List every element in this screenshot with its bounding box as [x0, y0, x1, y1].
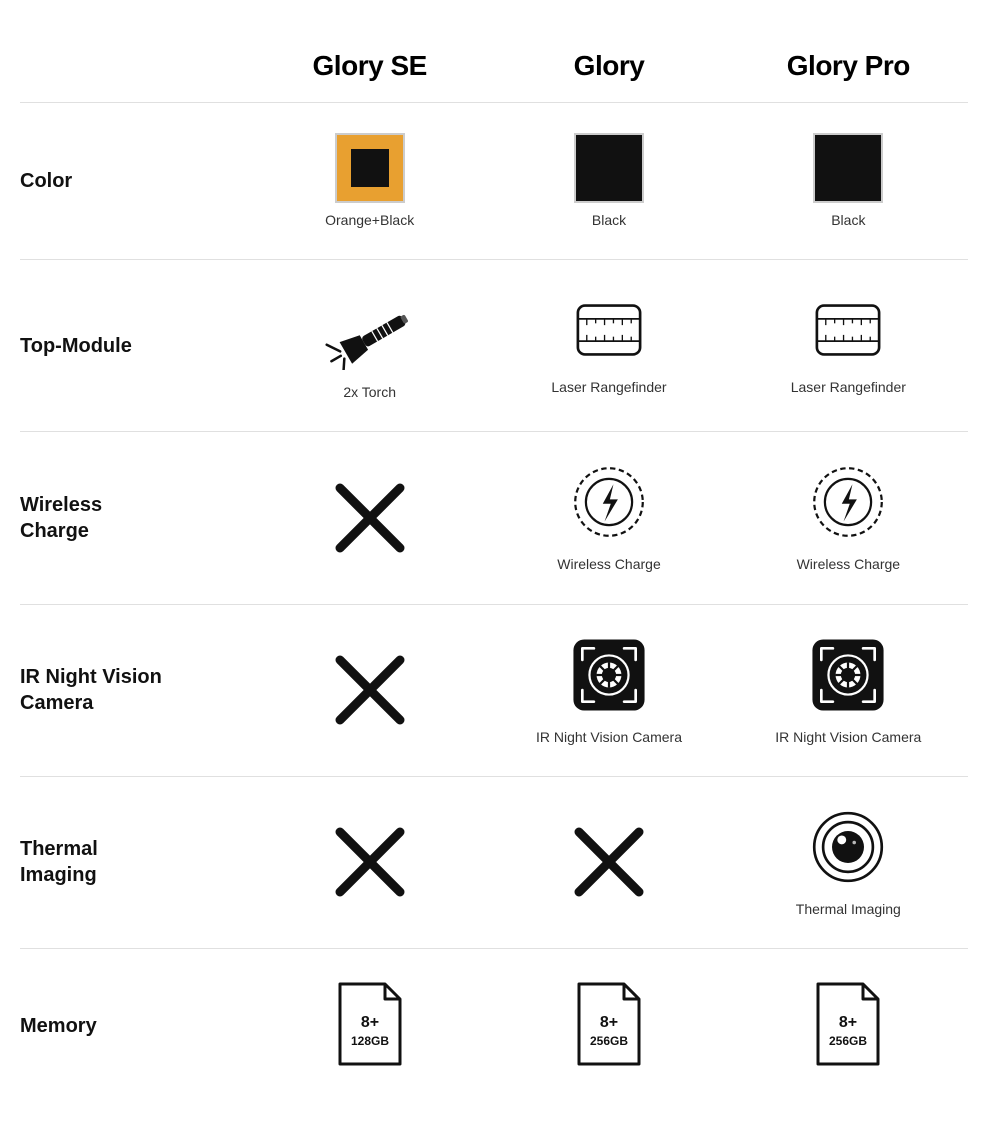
- caption-ir-pro: IR Night Vision Camera: [775, 728, 921, 746]
- cell-ir-glory: IR Night Vision Camera: [489, 625, 728, 756]
- header-glory: Glory: [489, 30, 728, 92]
- cell-wireless-se: [250, 468, 489, 568]
- cell-color-glory: Black: [489, 123, 728, 239]
- row-color: Color Orange+Black Black Black: [20, 102, 968, 259]
- svg-text:8+: 8+: [600, 1014, 618, 1031]
- row-ir-camera: IR Night VisionCamera: [20, 604, 968, 776]
- cell-memory-pro: 8+ 256GB: [729, 969, 968, 1084]
- svg-text:8+: 8+: [839, 1014, 857, 1031]
- svg-text:8+: 8+: [361, 1014, 379, 1031]
- label-ir-camera: IR Night VisionCamera: [20, 664, 250, 716]
- cell-thermal-glory: [489, 812, 728, 912]
- svg-text:256GB: 256GB: [829, 1034, 867, 1048]
- cell-ir-se: [250, 640, 489, 740]
- caption-color-glory: Black: [592, 211, 626, 229]
- cell-color-pro: Black: [729, 123, 968, 239]
- caption-color-pro: Black: [831, 211, 865, 229]
- ir-camera-icon-pro: [808, 635, 888, 720]
- cell-module-glory: Laser Rangefinder: [489, 285, 728, 406]
- caption-wireless-glory: Wireless Charge: [557, 555, 660, 573]
- label-memory: Memory: [20, 1013, 250, 1039]
- caption-module-glory: Laser Rangefinder: [551, 378, 666, 396]
- wireless-icon-glory: [569, 462, 649, 547]
- caption-thermal-pro: Thermal Imaging: [796, 900, 901, 918]
- header-row: Glory SE Glory Glory Pro: [20, 30, 968, 92]
- row-top-module: Top-Module: [20, 259, 968, 431]
- svg-text:256GB: 256GB: [590, 1034, 628, 1048]
- ir-camera-icon-glory: [569, 635, 649, 720]
- cell-thermal-pro: Thermal Imaging: [729, 797, 968, 928]
- label-top-module: Top-Module: [20, 333, 250, 359]
- cell-wireless-glory: Wireless Charge: [489, 452, 728, 583]
- header-empty: [20, 30, 250, 92]
- torch-icon: [320, 290, 420, 375]
- label-thermal: ThermalImaging: [20, 836, 250, 888]
- memory-icon-se: 8+ 128GB: [330, 979, 410, 1074]
- caption-module-se: 2x Torch: [343, 383, 396, 401]
- row-thermal: ThermalImaging: [20, 776, 968, 948]
- comparison-table: Glory SE Glory Glory Pro Color Orange+Bl…: [0, 0, 988, 1134]
- cell-thermal-se: [250, 812, 489, 912]
- swatch-orange-black: [335, 133, 405, 203]
- caption-ir-glory: IR Night Vision Camera: [536, 728, 682, 746]
- label-wireless: WirelessCharge: [20, 492, 250, 544]
- caption-color-se: Orange+Black: [325, 211, 414, 229]
- memory-icon-pro: 8+ 256GB: [808, 979, 888, 1074]
- header-glory-se: Glory SE: [250, 30, 489, 92]
- caption-wireless-pro: Wireless Charge: [797, 555, 900, 573]
- cell-color-se: Orange+Black: [250, 123, 489, 239]
- x-mark-thermal-glory: [569, 822, 649, 902]
- row-memory: Memory 8+ 128GB 8+: [20, 948, 968, 1104]
- header-glory-pro: Glory Pro: [729, 30, 968, 92]
- cell-wireless-pro: Wireless Charge: [729, 452, 968, 583]
- label-color: Color: [20, 168, 250, 194]
- row-wireless: WirelessCharge Wireless Cha: [20, 431, 968, 603]
- cell-module-se: 2x Torch: [250, 280, 489, 411]
- x-mark-wireless-se: [330, 478, 410, 558]
- thermal-icon-pro: [808, 807, 888, 892]
- wireless-icon-pro: [808, 462, 888, 547]
- svg-text:128GB: 128GB: [351, 1034, 389, 1048]
- cell-module-pro: Laser Rangefinder: [729, 285, 968, 406]
- x-mark-ir-se: [330, 650, 410, 730]
- caption-module-pro: Laser Rangefinder: [791, 378, 906, 396]
- memory-icon-glory: 8+ 256GB: [569, 979, 649, 1074]
- cell-memory-glory: 8+ 256GB: [489, 969, 728, 1084]
- cell-ir-pro: IR Night Vision Camera: [729, 625, 968, 756]
- cell-memory-se: 8+ 128GB: [250, 969, 489, 1084]
- rangefinder-icon-pro: [808, 295, 888, 370]
- x-mark-thermal-se: [330, 822, 410, 902]
- swatch-black-pro: [813, 133, 883, 203]
- rangefinder-icon-glory: [569, 295, 649, 370]
- swatch-black-glory: [574, 133, 644, 203]
